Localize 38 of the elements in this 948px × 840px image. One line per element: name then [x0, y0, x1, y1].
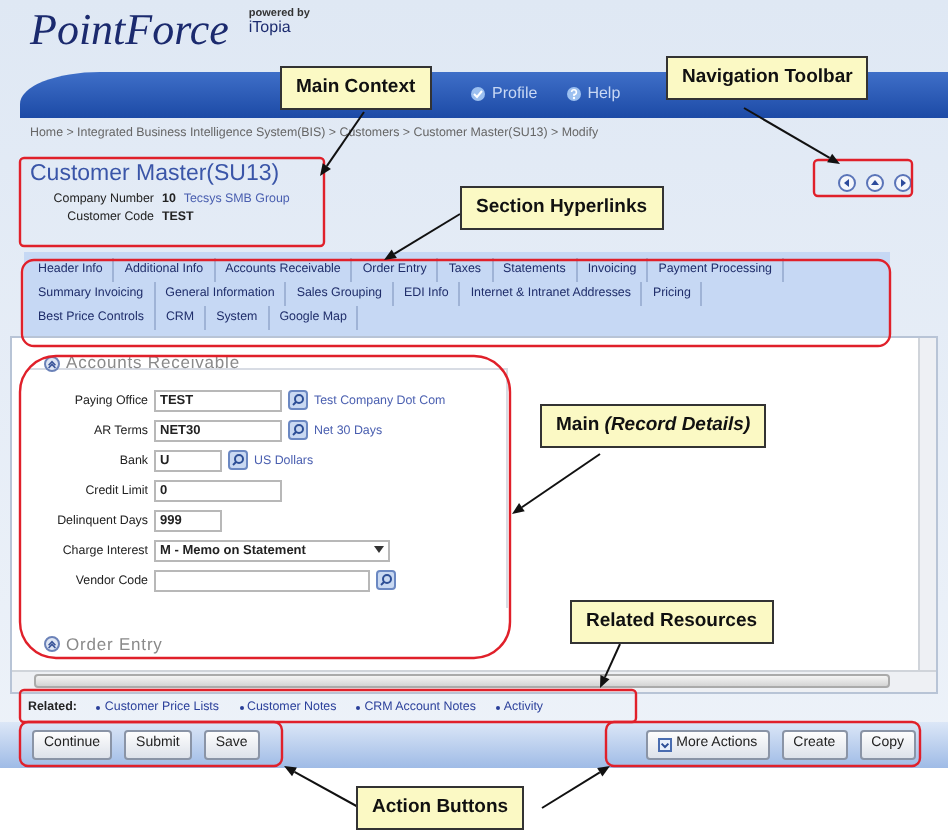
- menu-link[interactable]: Profile: [470, 82, 538, 107]
- highlight-outline: [812, 158, 914, 198]
- search-icon[interactable]: [228, 450, 248, 471]
- next-icon[interactable]: [894, 173, 912, 192]
- arrow: [743, 107, 840, 164]
- callout-label: Related Resources: [570, 600, 774, 645]
- horizontal-scrollbar[interactable]: [12, 669, 936, 692]
- callout-label: Main (Record Details): [540, 404, 767, 449]
- arrow: [512, 453, 601, 514]
- brand-name: iTopia: [248, 20, 291, 38]
- previous-icon[interactable]: [838, 173, 856, 192]
- dropdown-icon: [658, 738, 673, 753]
- callout-label: Navigation Toolbar: [666, 56, 869, 101]
- search-icon[interactable]: [376, 570, 396, 591]
- text-field[interactable]: [154, 569, 370, 592]
- arrow: [284, 766, 361, 809]
- vertical-scrollbar[interactable]: [918, 338, 936, 670]
- caret-icon: [374, 546, 384, 555]
- page-title: Customer Master(SU13): [30, 161, 282, 190]
- menu-link[interactable]: Help: [565, 82, 621, 107]
- bullet-icon: [356, 706, 361, 711]
- search-icon[interactable]: [288, 420, 308, 441]
- arrow: [384, 213, 461, 260]
- help-icon: [565, 86, 582, 103]
- up-icon[interactable]: [866, 173, 884, 192]
- callout-label: Section Hyperlinks: [460, 186, 664, 231]
- bullet-icon: [495, 706, 500, 711]
- callout-label: Main Context: [280, 66, 432, 111]
- profile-icon: [470, 86, 486, 103]
- search-icon[interactable]: [288, 390, 308, 411]
- section-title: Accounts Receivable: [66, 350, 240, 376]
- callout-label: Action Buttons: [356, 786, 525, 831]
- collapse-icon: [44, 636, 60, 653]
- logo: PointForce: [30, 8, 229, 52]
- arrow: [541, 766, 610, 809]
- bullet-icon: [96, 706, 101, 711]
- section-title: Order Entry: [66, 631, 163, 658]
- arrow: [600, 643, 621, 688]
